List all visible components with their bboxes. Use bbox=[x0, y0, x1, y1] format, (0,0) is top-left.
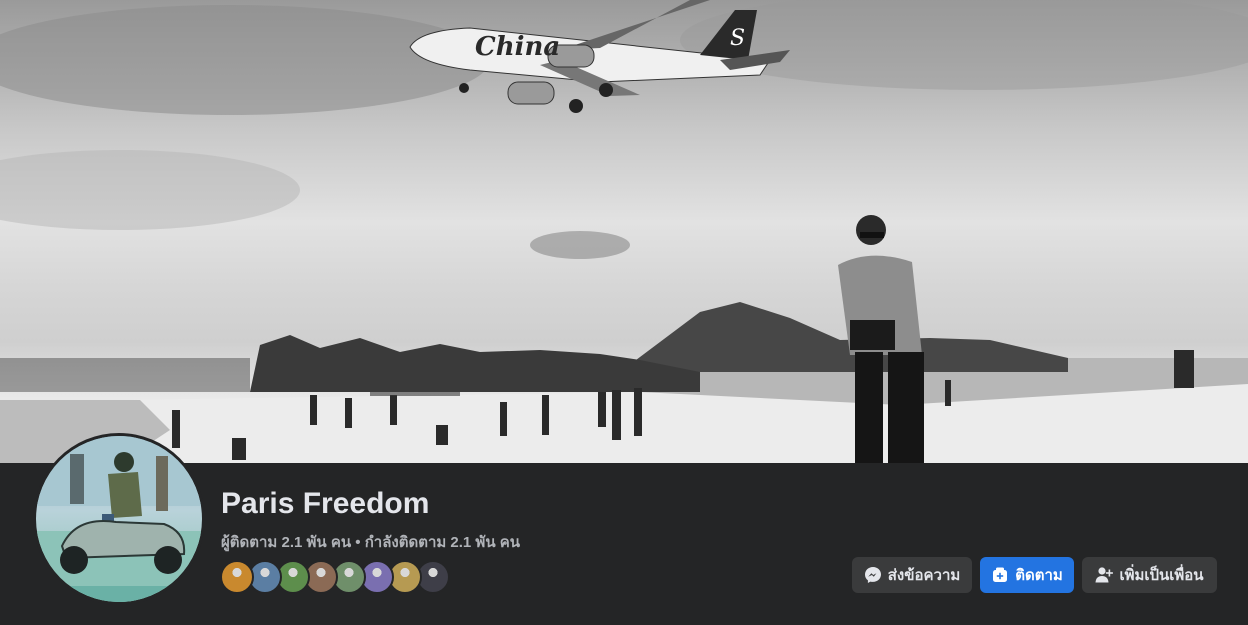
follow-button[interactable]: ติดตาม bbox=[980, 557, 1074, 593]
add-friend-button-label: เพิ่มเป็นเพื่อน bbox=[1119, 567, 1204, 584]
follow-button-label: ติดตาม bbox=[1015, 567, 1063, 584]
friend-avatars bbox=[220, 560, 450, 594]
cover-photo[interactable]: China S bbox=[0, 0, 1248, 463]
add-friend-button[interactable]: เพิ่มเป็นเพื่อน bbox=[1082, 557, 1217, 593]
follow-icon bbox=[991, 566, 1009, 584]
profile-avatar[interactable] bbox=[33, 433, 205, 605]
message-button[interactable]: ส่งข้อความ bbox=[852, 557, 972, 593]
airplane-tail-logo: S bbox=[730, 26, 745, 51]
friend-avatar[interactable] bbox=[220, 560, 254, 594]
airplane-livery: China bbox=[475, 32, 560, 62]
add-friend-icon bbox=[1095, 566, 1114, 584]
airplane: China S bbox=[409, 0, 790, 113]
messenger-icon bbox=[864, 566, 882, 584]
follower-stats[interactable]: ผู้ติดตาม 2.1 พัน คน • กำลังติดตาม 2.1 พ… bbox=[221, 530, 520, 554]
cover-scene: China S bbox=[0, 0, 1248, 463]
profile-name: Paris Freedom bbox=[221, 487, 430, 520]
avatar-photo bbox=[36, 436, 202, 602]
message-button-label: ส่งข้อความ bbox=[887, 567, 961, 584]
